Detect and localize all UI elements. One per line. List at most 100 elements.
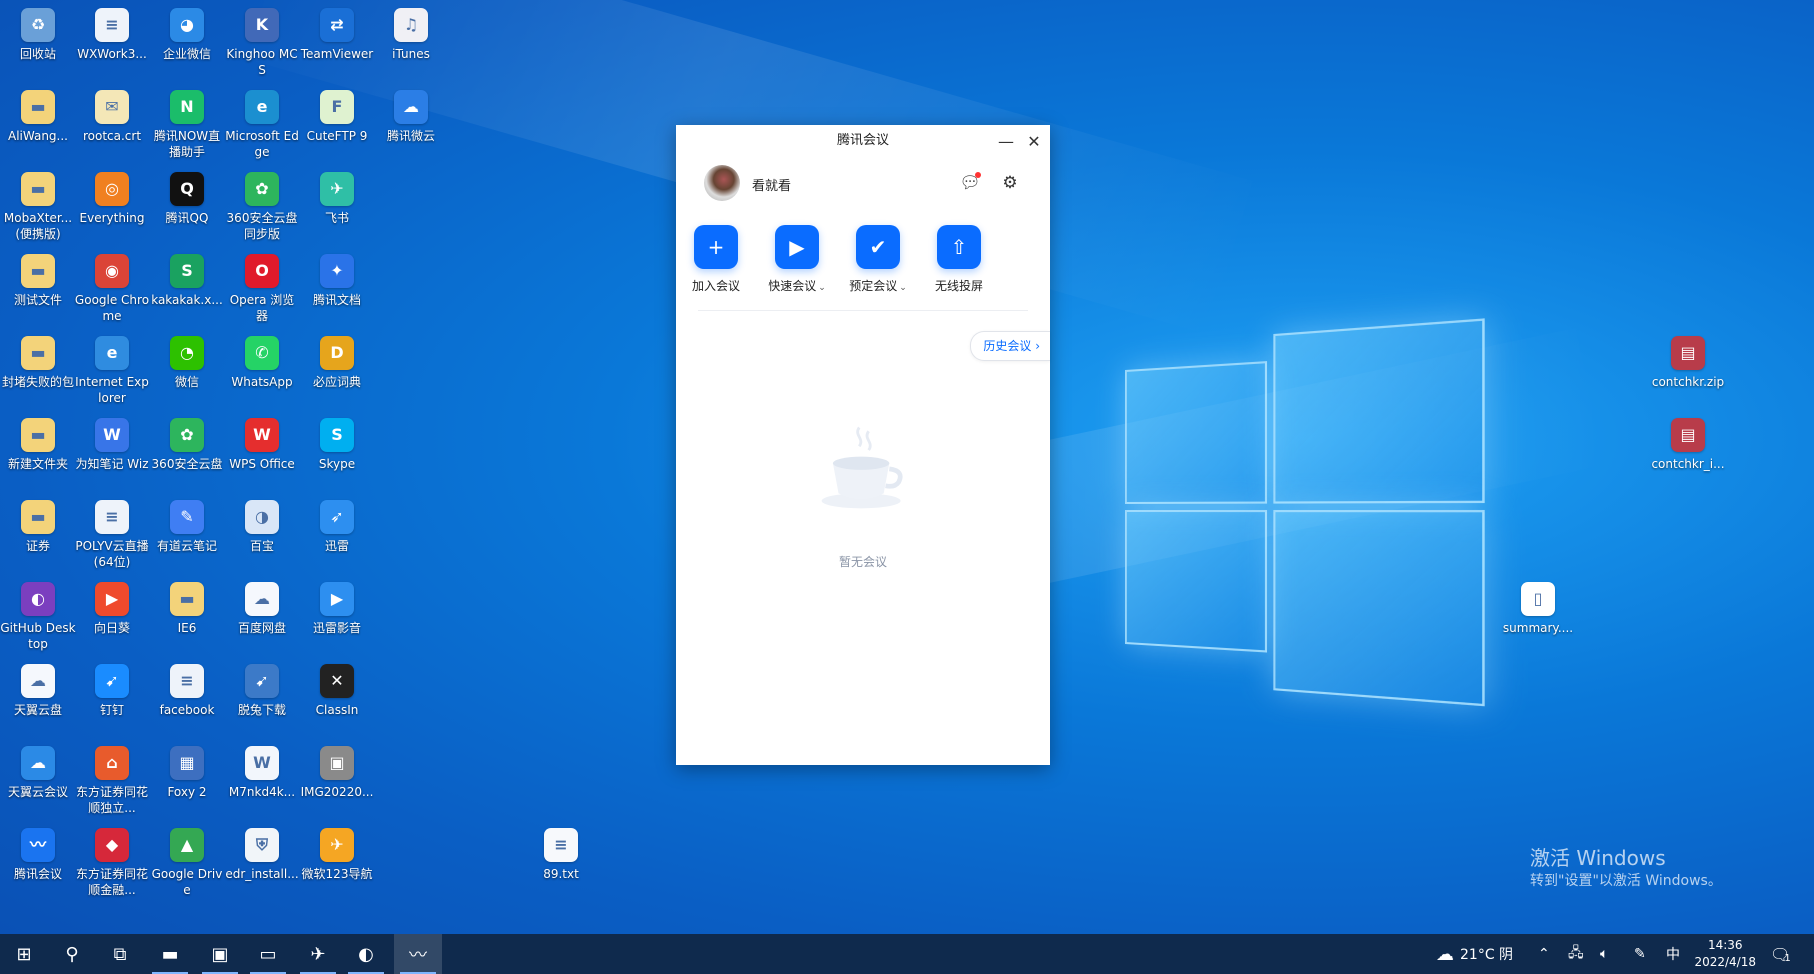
- action-label: 快速会议: [768, 279, 817, 293]
- desktop-icon[interactable]: ✈ 飞书: [299, 168, 375, 226]
- desktop-icon[interactable]: F CuteFTP 9: [299, 86, 375, 144]
- notification-center-button[interactable]: 🗨︎ 1: [1770, 934, 1791, 974]
- minimize-button[interactable]: —: [994, 129, 1018, 153]
- desktop-icon[interactable]: W WPS Office: [224, 414, 300, 472]
- clock[interactable]: 14:36 2022/4/18: [1694, 937, 1756, 971]
- desktop-icon[interactable]: ≡ POLYV云直播(64位): [74, 496, 150, 570]
- desktop-icon[interactable]: ▣ IMG20220...: [299, 742, 375, 800]
- desktop-icon[interactable]: ✿ 360安全云盘: [149, 414, 225, 472]
- desktop-icon[interactable]: ◔ 微信: [149, 332, 225, 390]
- desktop-icon[interactable]: ♫ iTunes: [373, 4, 449, 62]
- desktop-icon[interactable]: ▤ contchkr_i...: [1650, 414, 1726, 472]
- icon-glyph: ◐: [31, 589, 45, 608]
- weather-widget[interactable]: ☁ 21°C 阴: [1436, 934, 1513, 974]
- desktop-icon[interactable]: Skakakak.x...: [149, 250, 225, 308]
- desktop-icon[interactable]: ➶ 迅雷: [299, 496, 375, 554]
- browser-taskbar-button[interactable]: ◐: [342, 934, 390, 974]
- store-button[interactable]: ▣: [196, 934, 244, 974]
- github-icon: ◐: [21, 582, 55, 616]
- desktop-icon[interactable]: ≡ WXWork3...: [74, 4, 150, 62]
- desktop-icon[interactable]: ≡ facebook: [149, 660, 225, 718]
- task-view-button[interactable]: ⧉: [96, 934, 144, 974]
- desktop-icon[interactable]: ▲ Google Drive: [149, 824, 225, 898]
- desktop-icon-label: 腾讯NOW直播助手: [153, 129, 221, 159]
- user-name[interactable]: 看就看: [752, 175, 791, 194]
- desktop-icon[interactable]: ▬ 封堵失败的包: [0, 332, 76, 390]
- desktop-icon[interactable]: ▬ 新建文件夹: [0, 414, 76, 472]
- messages-button[interactable]: 💬︎: [958, 171, 982, 195]
- desktop-icon[interactable]: e Microsoft Edge: [224, 86, 300, 160]
- chevron-down-icon[interactable]: ⌄: [899, 283, 907, 293]
- desktop-icon[interactable]: ☁ 天翼云会议: [0, 742, 76, 800]
- desktop-icon[interactable]: ▯ summary....: [1500, 578, 1576, 636]
- desktop-icon[interactable]: ✦ 腾讯文档: [299, 250, 375, 308]
- tencent-meeting-taskbar-button[interactable]: 〰: [394, 934, 442, 974]
- feishu-taskbar-button[interactable]: ✈: [294, 934, 342, 974]
- desktop-icon[interactable]: ➹ 脱兔下载: [224, 660, 300, 718]
- icon-glyph: W: [253, 425, 271, 444]
- desktop-icon[interactable]: W M7nkd4k...: [224, 742, 300, 800]
- ime-button[interactable]: 中: [1666, 934, 1680, 974]
- desktop-icon[interactable]: ▦ Foxy 2: [149, 742, 225, 800]
- desktop-icon[interactable]: 〰腾讯会议: [0, 824, 76, 882]
- desktop-icon-label: IE6: [177, 621, 197, 635]
- desktop-icon[interactable]: ▬ AliWang...: [0, 86, 76, 144]
- desktop-icon[interactable]: ✎ 有道云笔记: [149, 496, 225, 554]
- desktop-icon[interactable]: K Kinghoo MCS: [224, 4, 300, 78]
- desktop-icon[interactable]: W 为知笔记 Wiz: [74, 414, 150, 472]
- desktop-icon[interactable]: ✉ rootca.crt: [74, 86, 150, 144]
- file-explorer-button[interactable]: ▬: [146, 934, 194, 974]
- desktop-icon[interactable]: ⛨ edr_install...: [224, 824, 300, 882]
- desktop-icon-label: Google Drive: [151, 867, 223, 897]
- action-wireless-cast-button[interactable]: ⇧ 无线投屏: [923, 225, 995, 294]
- desktop-icon[interactable]: ⌂ 东方证券同花顺独立...: [74, 742, 150, 816]
- desktop-icon[interactable]: ◆ 东方证券同花顺金融...: [74, 824, 150, 898]
- chevron-down-icon[interactable]: ⌄: [818, 283, 826, 293]
- desktop-icon[interactable]: ◕ 企业微信: [149, 4, 225, 62]
- desktop-icon[interactable]: ◎ Everything: [74, 168, 150, 226]
- avatar[interactable]: [704, 165, 740, 201]
- network-button[interactable]: 🖧︎: [1568, 934, 1584, 974]
- desktop-icon[interactable]: Q 腾讯QQ: [149, 168, 225, 226]
- desktop-icon[interactable]: ✿ 360安全云盘同步版: [224, 168, 300, 242]
- action-schedule-meeting-button[interactable]: ✔ 预定会议 ⌄: [842, 225, 914, 294]
- desktop-icon[interactable]: ◉ Google Chrome: [74, 250, 150, 324]
- desktop-icon[interactable]: S Skype: [299, 414, 375, 472]
- desktop-icon[interactable]: ▬ IE6: [149, 578, 225, 636]
- desktop-icon[interactable]: ✈ 微软123导航: [299, 824, 375, 882]
- desktop-icon[interactable]: ☁ 腾讯微云: [373, 86, 449, 144]
- desktop-icon[interactable]: ≡ 89.txt: [523, 824, 599, 882]
- action-join-meeting-button[interactable]: + 加入会议: [680, 225, 752, 294]
- action-quick-meeting-button[interactable]: ▶ 快速会议 ⌄: [761, 225, 833, 294]
- desktop-icon[interactable]: ◐ GitHub Desktop: [0, 578, 76, 652]
- desktop-icon[interactable]: N 腾讯NOW直播助手: [149, 86, 225, 160]
- desktop-icon[interactable]: ▬ 测试文件: [0, 250, 76, 308]
- desktop-icon[interactable]: ▤ contchkr.zip: [1650, 332, 1726, 390]
- desktop-icon[interactable]: ☁ 百度网盘: [224, 578, 300, 636]
- desktop-icon[interactable]: ➹ 钉钉: [74, 660, 150, 718]
- desktop-icon[interactable]: O Opera 浏览器: [224, 250, 300, 324]
- history-meetings-button[interactable]: 历史会议 ›: [970, 331, 1050, 361]
- desktop-icon[interactable]: ▬ 证券: [0, 496, 76, 554]
- desktop-icon[interactable]: ⇄ TeamViewer: [299, 4, 375, 62]
- terminal-button[interactable]: ▭: [244, 934, 292, 974]
- desktop-icon-label: 回收站: [19, 47, 56, 61]
- desktop-icon-label: 脱兔下载: [237, 703, 286, 717]
- desktop-icon[interactable]: ▬ MobaXter...(便携版): [0, 168, 76, 242]
- desktop-icon[interactable]: e Internet Explorer: [74, 332, 150, 406]
- desktop-icon[interactable]: D 必应词典: [299, 332, 375, 390]
- desktop-icon[interactable]: ☁ 天翼云盘: [0, 660, 76, 718]
- show-hidden-icons-button[interactable]: ⌃: [1538, 934, 1550, 974]
- volume-button[interactable]: 🔈︎: [1600, 934, 1608, 974]
- desktop-icon[interactable]: ▶ 向日葵: [74, 578, 150, 636]
- start-button[interactable]: ⊞: [0, 934, 48, 974]
- settings-button[interactable]: ⚙: [998, 171, 1022, 195]
- close-button[interactable]: ✕: [1022, 129, 1046, 153]
- desktop-icon[interactable]: ✕ ClassIn: [299, 660, 375, 718]
- desktop-icon[interactable]: ▶ 迅雷影音: [299, 578, 375, 636]
- search-button[interactable]: ⚲: [48, 934, 96, 974]
- desktop-icon[interactable]: ◑ 百宝: [224, 496, 300, 554]
- desktop-icon[interactable]: ♻ 回收站: [0, 4, 76, 62]
- pen-button[interactable]: ✎: [1634, 934, 1646, 974]
- desktop-icon[interactable]: ✆ WhatsApp: [224, 332, 300, 390]
